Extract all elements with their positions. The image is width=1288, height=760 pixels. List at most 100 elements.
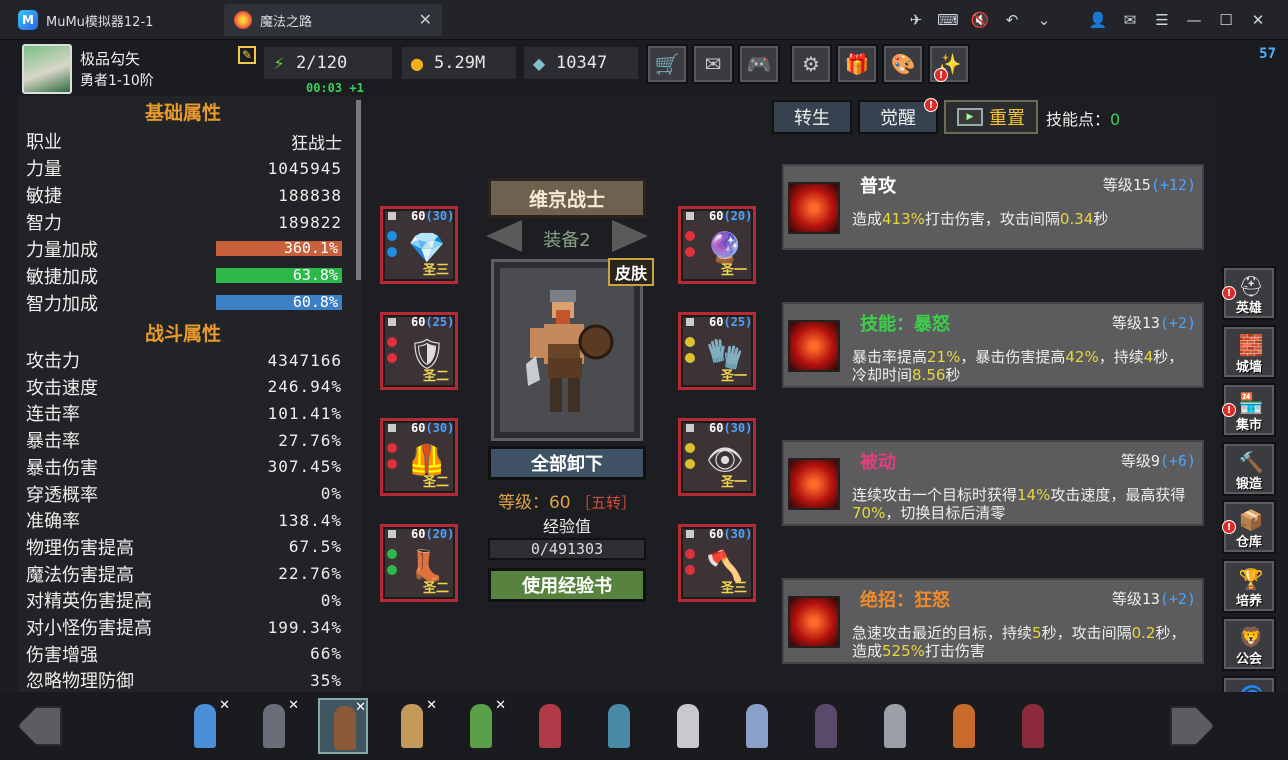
undo-icon[interactable]: ↶ [996, 0, 1028, 40]
hero-thumbnail[interactable]: ✕ [180, 698, 230, 754]
stats-panel[interactable]: 基础属性 职业 狂战士 力量 1045945 敏捷 188838 智力 189822 力量加成 36… [18, 96, 362, 692]
guild-icon: 🦁 [1238, 625, 1264, 649]
bonus-bar: 63.8% [216, 268, 342, 283]
timer-value: 00:03 [306, 81, 343, 95]
gear-icon: ⚙ [802, 52, 820, 76]
nav-anvil[interactable]: 🔨 锻造 [1222, 441, 1276, 496]
nav-alert-icon: ! [1222, 520, 1236, 534]
hero-sprite [470, 704, 492, 748]
mute-icon[interactable]: 🔇 [964, 0, 996, 40]
slot-tier: 圣二 [422, 369, 449, 384]
nav-label: 英雄 [1235, 301, 1262, 316]
skill-card[interactable]: 技能：暴怒 等级13(+2) 暴击率提高21%，暴击伤害提高42%，持续4秒，冷却时… [782, 302, 1204, 388]
tab-awaken[interactable]: 觉醒 ! [858, 98, 938, 134]
maximize-icon[interactable]: ☐ [1210, 0, 1242, 40]
menu-icon[interactable]: ☰ [1146, 0, 1178, 40]
equipment-slot[interactable]: 60(20) 👢 圣二 [380, 524, 458, 602]
mail-button[interactable]: ✉ [692, 44, 734, 84]
equipment-slot[interactable]: 60(25) 🧤 圣一 [678, 312, 756, 390]
hero-thumbnail[interactable] [732, 698, 782, 754]
hero-thumbnail[interactable] [594, 698, 644, 754]
emulator-app-tab[interactable]: M MuMu模拟器12-1 [8, 4, 220, 36]
nav-helmet[interactable]: ⛑ 英雄! [1222, 266, 1276, 320]
edit-name-icon[interactable]: ✎ [238, 46, 256, 64]
controller-button[interactable]: 🎮 [738, 44, 780, 84]
hero-thumbnail[interactable] [1008, 698, 1058, 754]
nav-wall[interactable]: 🧱 城墙 [1222, 324, 1276, 379]
chevron-down-icon[interactable]: ⌄ [1028, 0, 1060, 40]
hero-thumbnail[interactable] [525, 698, 575, 754]
hero-sprite [194, 704, 216, 748]
equipment-slot[interactable]: 60(20) 🔮 圣一 [678, 206, 756, 284]
slot-level-value: 60 [709, 421, 724, 435]
game-tab[interactable]: 魔法之路 ✕ [224, 4, 442, 36]
strip-right-arrow[interactable] [1170, 706, 1214, 746]
use-exp-book-button[interactable]: 使用经验书 [488, 568, 646, 602]
hero-thumbnail[interactable] [801, 698, 851, 754]
colorwheel-button[interactable]: 🎨 [882, 44, 924, 84]
player-avatar[interactable] [22, 44, 72, 94]
hero-remove-icon[interactable]: ✕ [355, 700, 366, 715]
skill-value: 0.34 [1059, 210, 1094, 228]
trophy-icon: 🏆 [1238, 566, 1264, 591]
unload-all-button[interactable]: 全部卸下 [488, 446, 646, 480]
skill-text: 秒 [945, 366, 961, 384]
nav-market[interactable]: 🏪 集市! [1222, 383, 1276, 437]
hero-remove-icon[interactable]: ✕ [495, 698, 506, 713]
bonus-label: 智力加成 [26, 294, 98, 315]
skill-level: 等级13(+2) [1112, 588, 1196, 609]
close-icon[interactable]: ✕ [1242, 0, 1274, 40]
equipment-slot[interactable]: 60(30) 💎 圣三 [380, 206, 458, 284]
shop-button[interactable]: 🛒 [646, 44, 688, 84]
hero-thumbnail[interactable]: ✕ [318, 698, 368, 754]
nav-label: 培养 [1235, 593, 1262, 609]
skill-card[interactable]: 被动 等级9(+6) 连续攻击一个目标时获得14%攻击速度，最高获得 70%，切换目标… [782, 440, 1204, 526]
nav-alert-icon: ! [1222, 403, 1236, 417]
equipment-slot[interactable]: 60(25) 🛡 圣二 [380, 312, 458, 390]
equipment-slot[interactable]: 60(30) 🦺 圣二 [380, 418, 458, 496]
slot-tier: 圣二 [422, 581, 449, 596]
equipment-slot[interactable]: 60(30) 🪓 圣三 [678, 524, 756, 602]
slot-tier: 圣一 [720, 263, 747, 278]
skill-card[interactable]: 普攻 等级15(+12) 造成413%打击伤害，攻击间隔0.34秒 [782, 164, 1204, 250]
nav-warehouse[interactable]: 📦 仓库! [1222, 500, 1276, 554]
equipment-slot[interactable]: 60(30) 👁 圣一 [678, 418, 756, 496]
skin-button[interactable]: 皮肤 [608, 258, 654, 286]
slot-level: 60(20) [709, 209, 752, 223]
skill-level-bonus: (+2) [1159, 590, 1196, 608]
tab-reset[interactable]: ▶ 重置 [944, 100, 1038, 134]
hero-thumbnail[interactable] [663, 698, 713, 754]
user-icon[interactable]: 👤 [1082, 0, 1114, 40]
hero-thumbnail[interactable]: ✕ [387, 698, 437, 754]
hero-remove-icon[interactable]: ✕ [426, 698, 437, 713]
hero-thumbnail[interactable] [870, 698, 920, 754]
settings-button[interactable]: ⚙ [790, 44, 832, 84]
hero-thumbnail[interactable] [939, 698, 989, 754]
mail-icon[interactable]: ✉ [1114, 0, 1146, 40]
skill-level-value: 等级13 [1111, 314, 1160, 332]
hero-thumbnail[interactable]: ✕ [249, 698, 299, 754]
tab-rebirth[interactable]: 转生 [772, 100, 852, 134]
minimize-icon[interactable]: — [1178, 0, 1210, 40]
strip-left-arrow[interactable] [18, 706, 62, 746]
slot-level: 60(25) [411, 315, 454, 329]
skill-value: 5 [1032, 624, 1042, 642]
stat-value: 188838 [278, 185, 342, 205]
fireworks-button[interactable]: ✨ ! [928, 44, 970, 84]
skill-points-label: 技能点： [1046, 110, 1111, 129]
socket-gem-icon [685, 247, 695, 257]
keyboard-icon[interactable]: ⌨ [932, 0, 964, 40]
skill-card[interactable]: 绝招：狂怒 等级13(+2) 急速攻击最近的目标，持续5秒，攻击间隔0.2秒，造成5… [782, 578, 1204, 664]
nav-trophy[interactable]: 🏆 培养 [1222, 558, 1276, 613]
stat-row: 连击率 101.41% [26, 400, 342, 426]
stats-scrollbar[interactable] [356, 100, 361, 280]
gamepad-icon[interactable]: ✈ [900, 0, 932, 40]
close-tab-icon[interactable]: ✕ [419, 10, 432, 29]
hero-thumbnail[interactable]: ✕ [456, 698, 506, 754]
hero-remove-icon[interactable]: ✕ [288, 698, 299, 713]
hero-remove-icon[interactable]: ✕ [219, 698, 230, 713]
gift-button[interactable]: 🎁 [836, 44, 878, 84]
nav-guild[interactable]: 🦁 公会 [1222, 617, 1276, 671]
level-tier: ［五转］ [576, 494, 637, 512]
nav-label: 城墙 [1235, 359, 1262, 375]
